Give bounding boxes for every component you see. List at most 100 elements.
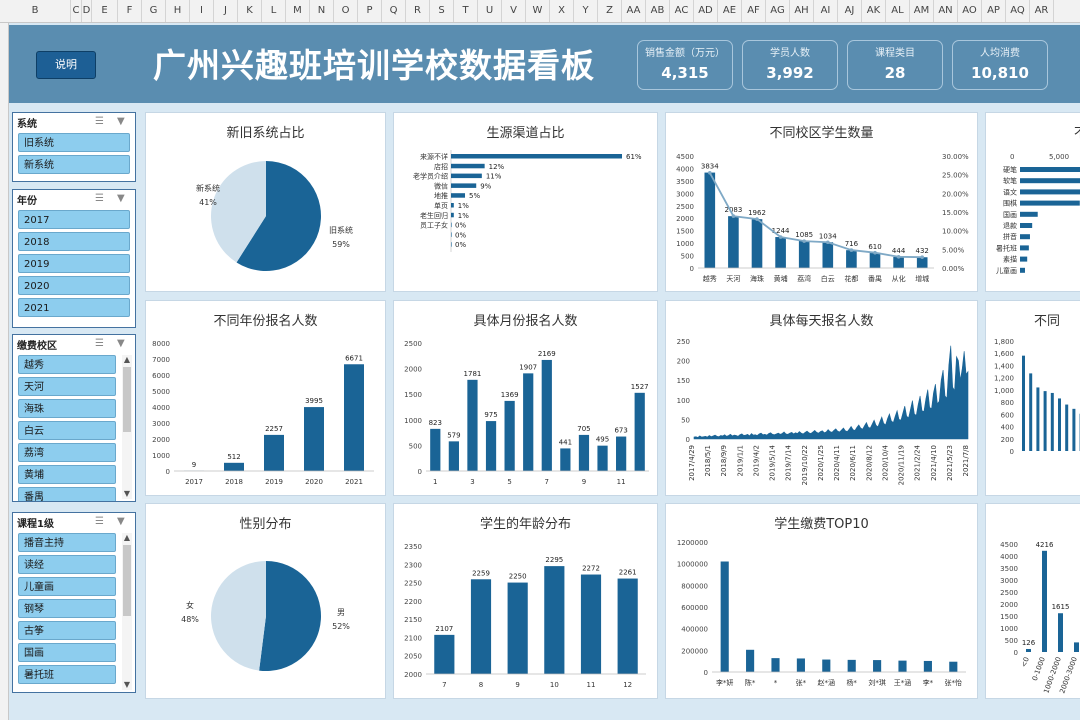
column-header-AO[interactable]: AO: [958, 0, 982, 22]
column-header-S[interactable]: S: [430, 0, 454, 22]
clear-filter-icon[interactable]: ▼: [117, 516, 125, 527]
column-header-O[interactable]: O: [334, 0, 358, 22]
slicer-scrollbar[interactable]: ▲ ▼: [122, 355, 132, 499]
y-tick-label: 4000: [152, 404, 170, 412]
slicer-item[interactable]: 国画: [18, 643, 116, 662]
scroll-down-icon[interactable]: ▼: [122, 489, 132, 499]
column-header-AI[interactable]: AI: [814, 0, 838, 22]
column-header-K[interactable]: K: [238, 0, 262, 22]
column-header-AC[interactable]: AC: [670, 0, 694, 22]
panel-age: 学生的年龄分布 2350 2300 2250 2200 2150 2100 2050 2000…: [393, 503, 658, 699]
column-header-AD[interactable]: AD: [694, 0, 718, 22]
x-tick-label: 张*怡: [945, 678, 963, 687]
column-header-E[interactable]: E: [92, 0, 118, 22]
scrollbar-thumb[interactable]: [123, 367, 131, 432]
y-tick-label: 5000: [152, 388, 170, 396]
column-header-AM[interactable]: AM: [910, 0, 934, 22]
x-tick-label: 12: [623, 681, 632, 689]
percent-point: [802, 239, 806, 243]
column-header-L[interactable]: L: [262, 0, 286, 22]
column-header-V[interactable]: V: [502, 0, 526, 22]
slicer-item[interactable]: 2019: [18, 254, 130, 273]
column-header-X[interactable]: X: [550, 0, 574, 22]
slice-label: 男: [337, 608, 345, 617]
column-header-AE[interactable]: AE: [718, 0, 742, 22]
column-header-N[interactable]: N: [310, 0, 334, 22]
column-header-Y[interactable]: Y: [574, 0, 598, 22]
column-header-AB[interactable]: AB: [646, 0, 670, 22]
slicer-item[interactable]: 天河: [18, 377, 116, 396]
slicer-item[interactable]: 白云: [18, 421, 116, 440]
clear-filter-icon[interactable]: ▼: [117, 193, 125, 204]
slicer-item[interactable]: 旧系统: [18, 133, 130, 152]
scroll-down-icon[interactable]: ▼: [122, 680, 132, 690]
column-header-AA[interactable]: AA: [622, 0, 646, 22]
y-tick-label: 1,200: [994, 375, 1014, 383]
slicer-item[interactable]: 荔湾: [18, 443, 116, 462]
slicer-item[interactable]: 2017: [18, 210, 130, 229]
column-header-AG[interactable]: AG: [766, 0, 790, 22]
bar: [1020, 211, 1038, 217]
slicer-item[interactable]: 读经: [18, 555, 116, 574]
column-header-AN[interactable]: AN: [934, 0, 958, 22]
column-header-T[interactable]: T: [454, 0, 478, 22]
scroll-up-icon[interactable]: ▲: [122, 355, 132, 365]
slicer-item[interactable]: 2021: [18, 298, 130, 317]
column-header-F[interactable]: F: [118, 0, 142, 22]
slicer-item[interactable]: 古筝: [18, 621, 116, 640]
multi-select-icon[interactable]: ☰: [95, 116, 104, 127]
column-header-P[interactable]: P: [358, 0, 382, 22]
bar: [893, 256, 904, 268]
slicer-item[interactable]: 新系统: [18, 155, 130, 174]
bar: [616, 436, 627, 471]
slicer-item[interactable]: 黄埔: [18, 465, 116, 484]
data-label: 1907: [519, 363, 537, 371]
column-header-R[interactable]: R: [406, 0, 430, 22]
y-tick-label: 400000: [681, 626, 708, 634]
column-header-Q[interactable]: Q: [382, 0, 406, 22]
column-header-AF[interactable]: AF: [742, 0, 766, 22]
slicer-item[interactable]: 海珠: [18, 399, 116, 418]
column-header-C[interactable]: C: [71, 0, 82, 22]
column-header-Z[interactable]: Z: [598, 0, 622, 22]
slicer-item[interactable]: 暑托班: [18, 665, 116, 684]
column-header-AH[interactable]: AH: [790, 0, 814, 22]
column-header-B[interactable]: B: [0, 0, 71, 22]
bar: [451, 232, 452, 237]
category-label: 地推: [434, 191, 448, 200]
column-header-D[interactable]: D: [82, 0, 92, 22]
description-button[interactable]: 说明: [36, 51, 96, 79]
scroll-up-icon[interactable]: ▲: [122, 533, 132, 543]
column-header-AK[interactable]: AK: [862, 0, 886, 22]
column-header-M[interactable]: M: [286, 0, 310, 22]
slicer-item[interactable]: 播音主持: [18, 533, 116, 552]
bar: [1043, 391, 1047, 451]
column-header-H[interactable]: H: [166, 0, 190, 22]
column-header-AQ[interactable]: AQ: [1006, 0, 1030, 22]
column-header-AP[interactable]: AP: [982, 0, 1006, 22]
bar: [1020, 256, 1028, 262]
column-header-AR[interactable]: AR: [1030, 0, 1054, 22]
column-header-U[interactable]: U: [478, 0, 502, 22]
slicer-item[interactable]: 钢琴: [18, 599, 116, 618]
multi-select-icon[interactable]: ☰: [95, 193, 104, 204]
row-header-strip: [0, 23, 9, 720]
slicer-item[interactable]: 2018: [18, 232, 130, 251]
clear-filter-icon[interactable]: ▼: [117, 338, 125, 349]
multi-select-icon[interactable]: ☰: [95, 516, 104, 527]
slicer-item[interactable]: 越秀: [18, 355, 116, 374]
multi-select-icon[interactable]: ☰: [95, 338, 104, 349]
slicer-item[interactable]: 番禺: [18, 487, 116, 501]
slicer-item[interactable]: 儿童画: [18, 577, 116, 596]
column-header-I[interactable]: I: [190, 0, 214, 22]
slicer-item[interactable]: 2020: [18, 276, 130, 295]
column-header-AL[interactable]: AL: [886, 0, 910, 22]
column-header-J[interactable]: J: [214, 0, 238, 22]
scrollbar-thumb[interactable]: [123, 545, 131, 616]
column-header-G[interactable]: G: [142, 0, 166, 22]
percent-line: [709, 172, 923, 259]
column-header-W[interactable]: W: [526, 0, 550, 22]
clear-filter-icon[interactable]: ▼: [117, 116, 125, 127]
column-header-AJ[interactable]: AJ: [838, 0, 862, 22]
slicer-scrollbar[interactable]: ▲ ▼: [122, 533, 132, 690]
